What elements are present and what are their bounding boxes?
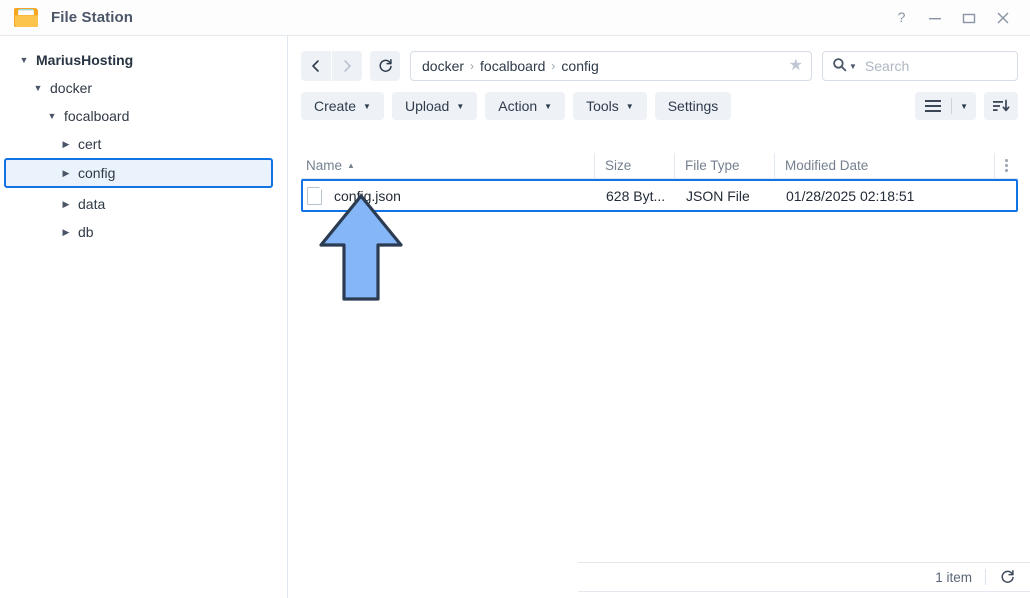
- sidebar-item-config[interactable]: ▶ config: [4, 158, 273, 188]
- upload-button-label: Upload: [404, 98, 450, 114]
- forward-button: [332, 51, 362, 81]
- title-bar: File Station ?: [0, 0, 1030, 36]
- action-toolbar: Create ▼ Upload ▼ Action ▼ Tools ▼ Setti…: [289, 89, 1030, 123]
- chevron-down-icon: ▼: [544, 101, 553, 111]
- chevron-right-icon[interactable]: ▶: [60, 226, 72, 238]
- star-icon[interactable]: ★: [781, 58, 803, 74]
- breadcrumb[interactable]: docker › focalboard › config ★: [410, 51, 812, 81]
- column-header-label: Size: [605, 158, 632, 173]
- main-panel: docker › focalboard › config ★ ▼ Search …: [289, 36, 1030, 598]
- item-count-label: 1 item: [935, 569, 972, 585]
- column-header-label: File Type: [685, 158, 740, 173]
- column-header-name[interactable]: Name ▲: [301, 153, 594, 179]
- sidebar-item-label: focalboard: [64, 108, 130, 124]
- annotation-arrow-up-icon: [318, 193, 404, 303]
- minimize-icon[interactable]: [918, 3, 952, 33]
- refresh-icon[interactable]: [370, 51, 400, 81]
- sidebar-item-mariushosting[interactable]: ▼ MariusHosting: [0, 46, 287, 74]
- sidebar-item-data[interactable]: ▶ data: [0, 190, 287, 218]
- chevron-right-icon[interactable]: ▶: [60, 198, 72, 210]
- status-bar: 1 item: [578, 562, 1030, 592]
- file-station-window: File Station ? ▼ MariusHosting ▼ docker: [0, 0, 1030, 598]
- sidebar-item-db[interactable]: ▶ db: [0, 218, 287, 246]
- window-controls: ?: [884, 0, 1030, 36]
- create-button-label: Create: [314, 98, 357, 114]
- breadcrumb-item-0[interactable]: docker: [422, 58, 464, 74]
- view-mode-button[interactable]: ▼: [915, 92, 976, 120]
- close-icon[interactable]: [986, 3, 1020, 33]
- breadcrumb-item-2[interactable]: config: [561, 58, 598, 74]
- help-icon[interactable]: ?: [884, 3, 918, 33]
- search-icon: [832, 57, 847, 75]
- column-options-button[interactable]: [994, 152, 1018, 179]
- file-size-cell: 628 Byt...: [606, 187, 666, 204]
- column-header-size[interactable]: Size: [594, 152, 674, 179]
- sidebar-item-label: docker: [50, 80, 93, 96]
- breadcrumb-separator: ›: [470, 59, 475, 73]
- table-row[interactable]: config.json 628 Byt... JSON File 01/28/2…: [301, 179, 1018, 212]
- svg-text:?: ?: [897, 10, 905, 25]
- sidebar-item-label: db: [78, 224, 94, 240]
- tools-button[interactable]: Tools ▼: [573, 92, 647, 120]
- breadcrumb-item-1[interactable]: focalboard: [480, 58, 545, 74]
- chevron-right-icon[interactable]: ▶: [60, 167, 72, 179]
- chevron-down-icon[interactable]: ▼: [32, 82, 44, 94]
- maximize-icon[interactable]: [952, 3, 986, 33]
- status-refresh-icon[interactable]: [999, 569, 1016, 586]
- folder-icon: [14, 8, 38, 27]
- search-input[interactable]: ▼ Search: [822, 51, 1018, 81]
- view-controls: ▼: [915, 92, 1018, 120]
- sidebar-item-label: cert: [78, 136, 102, 152]
- breadcrumb-separator: ›: [551, 59, 556, 73]
- sidebar-item-label: data: [78, 196, 106, 212]
- upload-button[interactable]: Upload ▼: [391, 92, 478, 120]
- settings-button-label: Settings: [667, 98, 719, 114]
- sort-order-button[interactable]: [984, 92, 1018, 120]
- settings-button[interactable]: Settings: [654, 92, 732, 120]
- action-button-label: Action: [498, 98, 538, 114]
- navigation-bar: docker › focalboard › config ★ ▼ Search: [289, 45, 1030, 87]
- tools-button-label: Tools: [586, 98, 619, 114]
- sidebar-item-label: config: [78, 165, 116, 181]
- file-list-header: Name ▲ Size File Type Modified Date: [301, 152, 1018, 179]
- create-button[interactable]: Create ▼: [301, 92, 384, 120]
- sidebar-item-docker[interactable]: ▼ docker: [0, 74, 287, 102]
- column-header-label: Name: [306, 158, 343, 173]
- action-button[interactable]: Action ▼: [485, 92, 566, 120]
- file-type-cell: JSON File: [686, 187, 750, 204]
- file-modified-date-cell: 01/28/2025 02:18:51: [786, 187, 915, 204]
- sidebar-item-label: MariusHosting: [36, 52, 134, 68]
- chevron-down-icon[interactable]: ▼: [18, 54, 30, 66]
- kebab-menu-icon[interactable]: [1005, 159, 1008, 172]
- search-placeholder: Search: [864, 58, 910, 74]
- page-title: File Station: [51, 9, 134, 26]
- chevron-down-icon[interactable]: ▼: [952, 102, 976, 111]
- column-header-label: Modified Date: [785, 158, 869, 173]
- chevron-down-icon[interactable]: ▼: [46, 110, 58, 122]
- chevron-down-icon: ▼: [363, 101, 371, 111]
- sidebar-item-focalboard[interactable]: ▼ focalboard: [0, 102, 287, 130]
- sidebar-item-cert[interactable]: ▶ cert: [0, 130, 287, 158]
- chevron-down-icon[interactable]: ▼: [849, 62, 857, 71]
- column-header-modified-date[interactable]: Modified Date: [774, 152, 994, 179]
- chevron-down-icon: ▼: [456, 101, 465, 111]
- sort-ascending-icon: ▲: [347, 161, 355, 170]
- back-button[interactable]: [301, 51, 331, 81]
- chevron-down-icon: ▼: [625, 101, 634, 111]
- file-list: Name ▲ Size File Type Modified Date conf…: [301, 152, 1018, 552]
- list-view-icon[interactable]: [915, 100, 951, 112]
- chevron-right-icon[interactable]: ▶: [60, 138, 72, 150]
- folder-tree-sidebar: ▼ MariusHosting ▼ docker ▼ focalboard ▶ …: [0, 36, 288, 598]
- column-header-filetype[interactable]: File Type: [674, 152, 774, 179]
